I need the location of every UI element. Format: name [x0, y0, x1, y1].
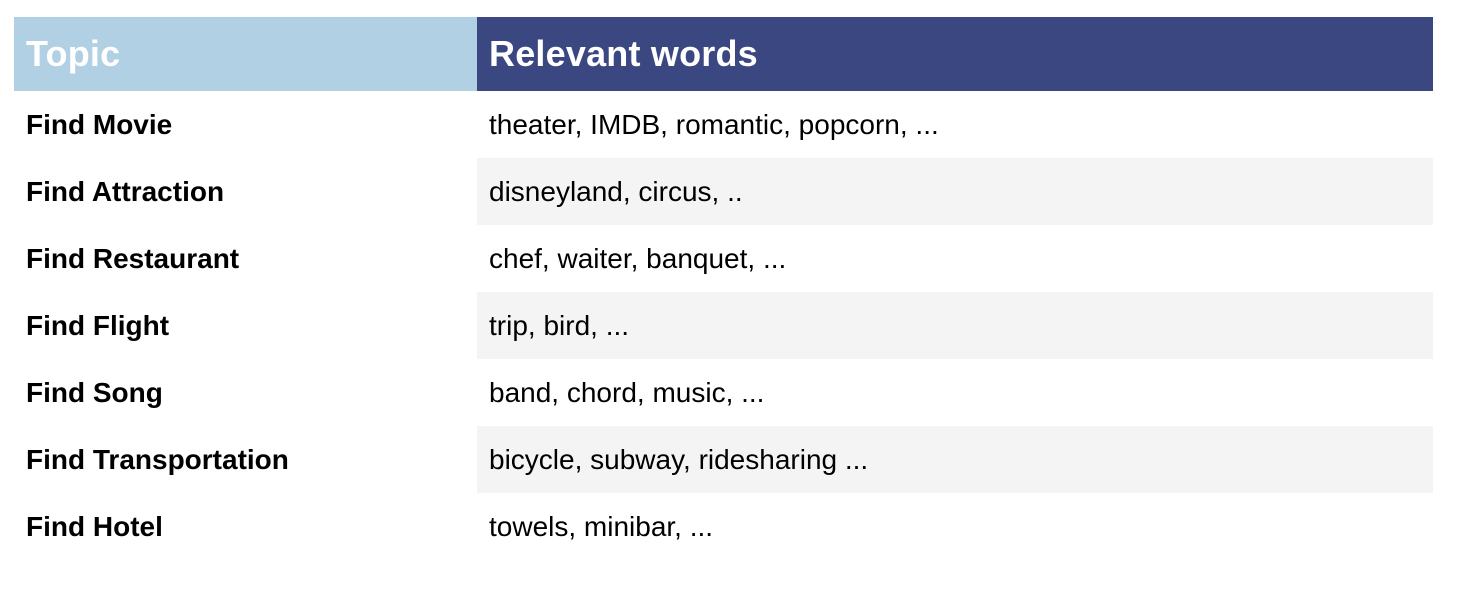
topic-label: Find Restaurant: [26, 242, 240, 274]
words-label: trip, bird, ...: [489, 309, 630, 341]
header-cell-topic: Topic: [14, 17, 477, 91]
topic-cell: Find Song: [14, 359, 477, 426]
topic-cell: Find Transportation: [14, 426, 477, 493]
topic-cell: Find Restaurant: [14, 225, 477, 292]
words-cell: bicycle, subway, ridesharing ...: [477, 426, 1433, 493]
words-cell: theater, IMDB, romantic, popcorn, ...: [477, 91, 1433, 158]
words-label: bicycle, subway, ridesharing ...: [489, 443, 869, 475]
topic-label: Find Song: [26, 376, 163, 408]
words-cell: disneyland, circus, ..: [477, 158, 1433, 225]
header-cell-words: Relevant words: [477, 17, 1433, 91]
topic-label: Find Flight: [26, 309, 170, 341]
topic-label: Find Hotel: [26, 510, 163, 542]
table-row: Find Hotel towels, minibar, ...: [14, 493, 1433, 560]
table-row: Find Transportation bicycle, subway, rid…: [14, 426, 1433, 493]
words-label: theater, IMDB, romantic, popcorn, ...: [489, 108, 939, 140]
words-cell: chef, waiter, banquet, ...: [477, 225, 1433, 292]
words-label: towels, minibar, ...: [489, 510, 714, 542]
table-header-row: Topic Relevant words: [14, 17, 1433, 91]
table-row: Find Restaurant chef, waiter, banquet, .…: [14, 225, 1433, 292]
words-cell: band, chord, music, ...: [477, 359, 1433, 426]
topic-cell: Find Attraction: [14, 158, 477, 225]
table-row: Find Attraction disneyland, circus, ..: [14, 158, 1433, 225]
topic-cell: Find Movie: [14, 91, 477, 158]
topic-cell: Find Flight: [14, 292, 477, 359]
topic-label: Find Movie: [26, 108, 173, 140]
words-label: band, chord, music, ...: [489, 376, 765, 408]
words-label: disneyland, circus, ..: [489, 175, 743, 207]
topic-cell: Find Hotel: [14, 493, 477, 560]
table-row: Find Flight trip, bird, ...: [14, 292, 1433, 359]
words-label: chef, waiter, banquet, ...: [489, 242, 787, 274]
words-cell: towels, minibar, ...: [477, 493, 1433, 560]
table-row: Find Song band, chord, music, ...: [14, 359, 1433, 426]
topic-words-table: Topic Relevant words Find Movie theater,…: [14, 17, 1433, 560]
topic-label: Find Attraction: [26, 175, 225, 207]
topic-label: Find Transportation: [26, 443, 289, 475]
header-topic-label: Topic: [26, 33, 121, 74]
header-words-label: Relevant words: [489, 33, 758, 74]
words-cell: trip, bird, ...: [477, 292, 1433, 359]
table-row: Find Movie theater, IMDB, romantic, popc…: [14, 91, 1433, 158]
